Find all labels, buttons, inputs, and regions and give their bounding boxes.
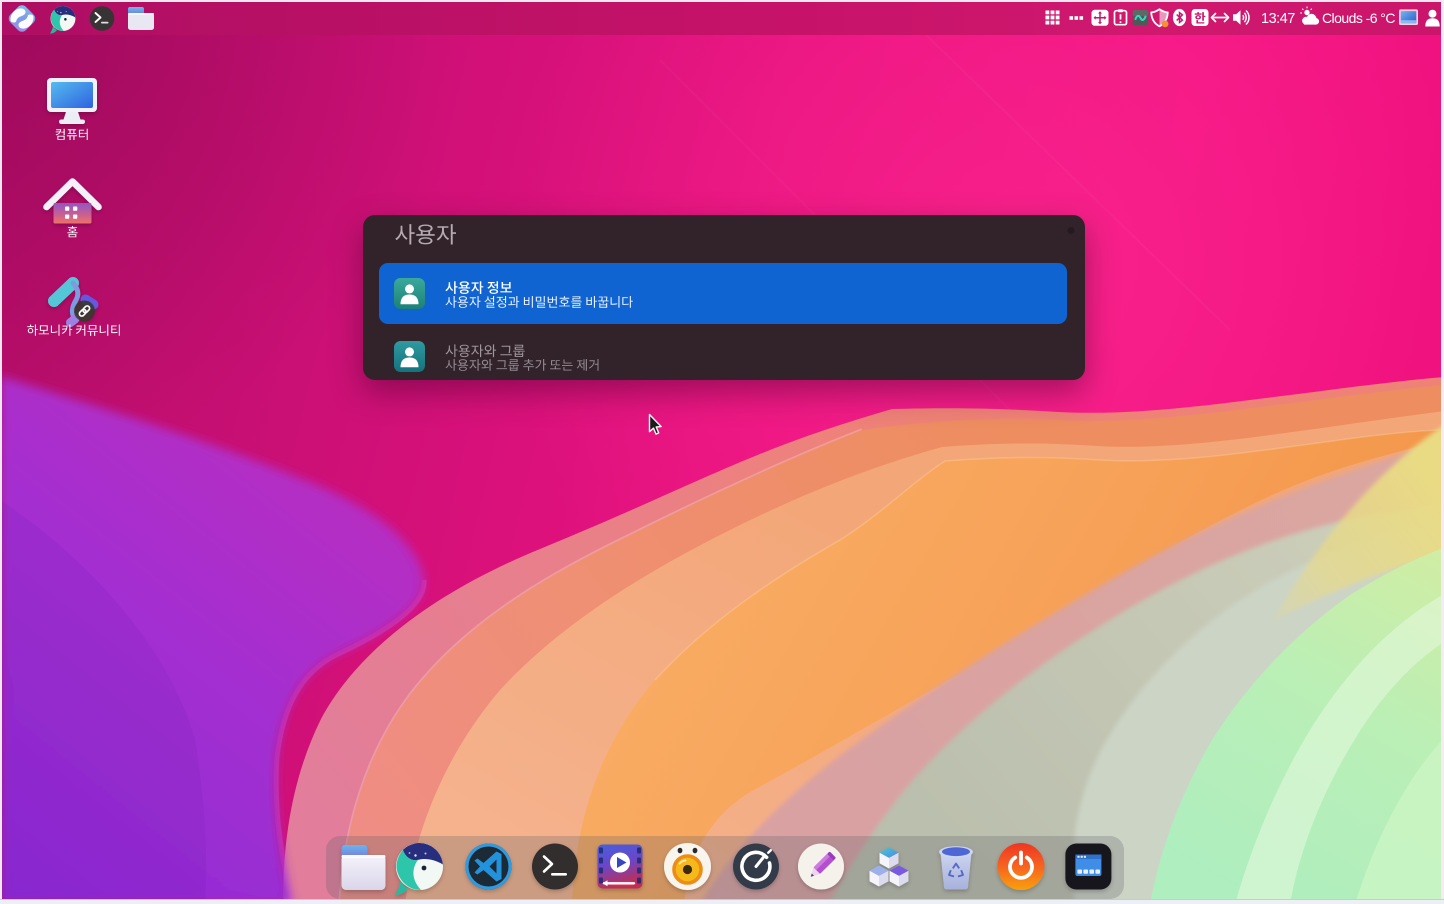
svg-text:13:47: 13:47 <box>1261 11 1295 27</box>
svg-text:Clouds -6 °C: Clouds -6 °C <box>1322 10 1395 26</box>
